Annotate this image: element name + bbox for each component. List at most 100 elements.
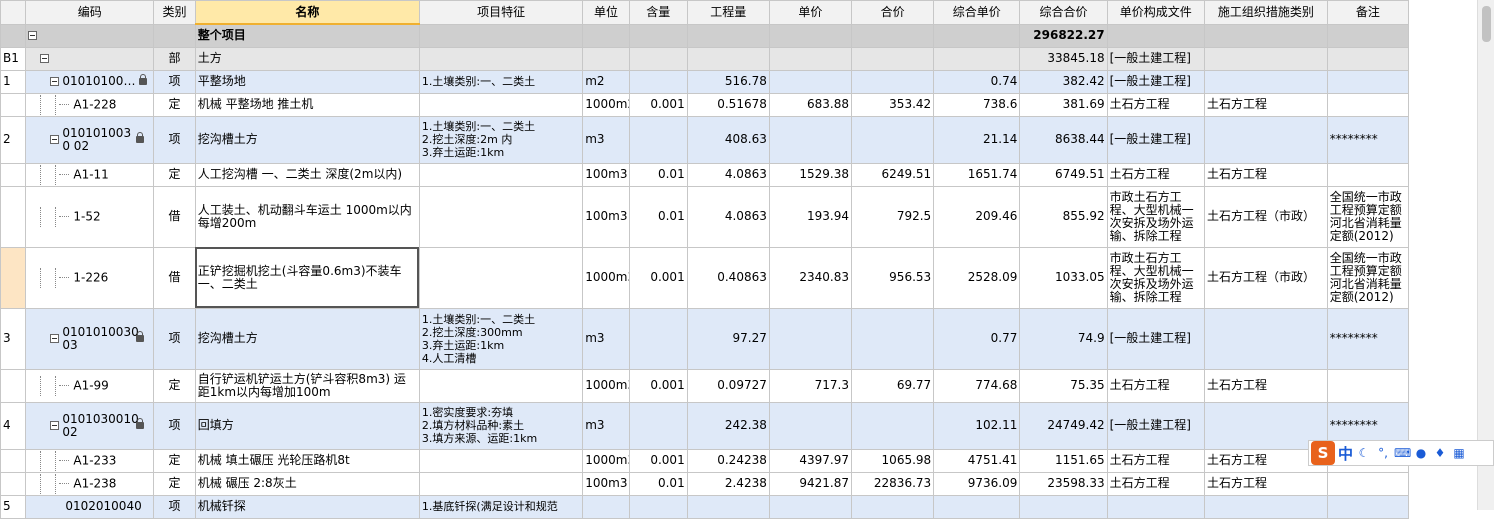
quantity-cell[interactable] (686, 23, 770, 48)
features-cell[interactable] (418, 368, 584, 403)
ime-language-toggle[interactable]: 中 (1338, 443, 1353, 464)
name-cell[interactable]: 挖沟槽土方 (194, 115, 420, 164)
price-file-cell[interactable]: 土石方工程 (1106, 368, 1206, 403)
total-cell[interactable]: 1065.98 (851, 448, 935, 473)
category-cell[interactable]: 项 (153, 307, 196, 370)
price-file-cell[interactable]: [一般土建工程] (1106, 307, 1206, 370)
item-code[interactable]: 01010100… (62, 74, 135, 88)
composite-price-cell[interactable] (933, 23, 1021, 48)
price-cell[interactable] (768, 307, 853, 370)
quantity-cell[interactable] (686, 494, 770, 519)
composite-total-cell[interactable]: 1033.05 (1019, 246, 1108, 309)
org-measure-cell[interactable]: 土石方工程 (1204, 368, 1328, 403)
category-cell[interactable]: 借 (153, 246, 196, 309)
name-cell[interactable]: 人工装土、机动翻斗车运土 1000m以内每增200m (194, 185, 420, 248)
skin-icon[interactable]: ♦ (1432, 445, 1448, 461)
price-file-cell[interactable]: 土石方工程 (1106, 92, 1206, 117)
category-cell[interactable] (153, 23, 196, 48)
user-icon[interactable]: ● (1413, 445, 1429, 461)
price-cell[interactable]: 9421.87 (768, 471, 853, 496)
category-cell[interactable]: 定 (153, 368, 196, 403)
collapse-icon[interactable] (50, 135, 60, 144)
content-cell[interactable] (628, 401, 688, 450)
category-cell[interactable]: 项 (153, 115, 196, 164)
remarks-cell[interactable] (1326, 368, 1410, 403)
composite-price-cell[interactable]: 209.46 (933, 185, 1021, 248)
content-cell[interactable]: 0.01 (628, 185, 688, 248)
org-measure-cell[interactable] (1204, 115, 1328, 164)
remarks-cell[interactable] (1326, 162, 1410, 187)
header-composite-unit-price[interactable]: 综合单价 (933, 0, 1021, 25)
quota-code[interactable]: A1-228 (73, 97, 116, 111)
composite-total-cell[interactable]: 382.42 (1019, 69, 1108, 94)
org-measure-cell[interactable] (1204, 69, 1328, 94)
header-features[interactable]: 项目特征 (418, 0, 584, 25)
quota-code[interactable]: A1-99 (73, 378, 108, 392)
name-cell[interactable]: 人工挖沟槽 一、二类土 深度(2m以内) (194, 162, 420, 187)
unit-cell[interactable]: 100m3 (582, 185, 630, 248)
org-measure-cell[interactable]: 土石方工程 (1204, 162, 1328, 187)
table-row[interactable]: 3 0101010030 03 项 挖沟槽土方 1.土壤类别:一、二类土 2.挖… (0, 307, 1410, 370)
price-file-cell[interactable]: 市政土石方工程、大型机械一次安拆及场外运输、拆除工程 (1106, 185, 1206, 248)
scrollbar-thumb[interactable] (1482, 6, 1491, 42)
remarks-cell[interactable] (1326, 23, 1410, 48)
header-unit[interactable]: 单位 (582, 0, 630, 25)
header-org-measure[interactable]: 施工组织措施类别 (1204, 0, 1328, 25)
price-cell[interactable] (768, 494, 853, 519)
quota-code[interactable]: A1-11 (73, 167, 108, 181)
total-cell[interactable] (851, 46, 935, 71)
composite-total-cell[interactable] (1019, 494, 1108, 519)
price-file-cell[interactable]: [一般土建工程] (1106, 115, 1206, 164)
content-cell[interactable]: 0.01 (628, 471, 688, 496)
unit-cell[interactable] (582, 46, 630, 71)
price-cell[interactable]: 1529.38 (768, 162, 853, 187)
collapse-icon[interactable] (50, 421, 60, 430)
table-row[interactable]: A1-233 定 机械 填土碾压 光轮压路机8t 1000m3 0.001 0.… (0, 448, 1410, 473)
quantity-cell[interactable]: 4.0863 (686, 185, 770, 248)
total-cell[interactable] (851, 494, 935, 519)
remarks-cell[interactable]: ******** (1326, 115, 1410, 164)
features-cell[interactable]: 1.土壤类别:一、二类土 2.挖土深度:300mm 3.弃土运距:1km 4.人… (418, 307, 584, 370)
composite-total-cell[interactable]: 8638.44 (1019, 115, 1108, 164)
item-code[interactable]: 0101010030 03 (62, 325, 138, 352)
quantity-cell[interactable]: 4.0863 (686, 162, 770, 187)
org-measure-cell[interactable]: 土石方工程（市政） (1204, 246, 1328, 309)
collapse-icon[interactable] (28, 31, 38, 40)
unit-cell[interactable]: 100m3 (582, 471, 630, 496)
category-cell[interactable]: 定 (153, 162, 196, 187)
composite-total-cell[interactable]: 855.92 (1019, 185, 1108, 248)
table-row[interactable]: A1-11 定 人工挖沟槽 一、二类土 深度(2m以内) 100m3 0.01 … (0, 162, 1410, 187)
features-cell[interactable] (418, 448, 584, 473)
unit-cell[interactable] (582, 494, 630, 519)
table-row[interactable]: 1-52 借 人工装土、机动翻斗车运土 1000m以内每增200m 100m3 … (0, 185, 1410, 248)
price-cell[interactable]: 2340.83 (768, 246, 853, 309)
item-code[interactable]: 0102010040 (65, 499, 141, 513)
name-cell[interactable]: 机械 填土碾压 光轮压路机8t (194, 448, 420, 473)
org-measure-cell[interactable] (1204, 307, 1328, 370)
category-cell[interactable]: 定 (153, 471, 196, 496)
org-measure-cell[interactable] (1204, 46, 1328, 71)
price-file-cell[interactable] (1106, 494, 1206, 519)
composite-total-cell[interactable]: 24749.42 (1019, 401, 1108, 450)
name-cell[interactable]: 自行铲运机铲运土方(铲斗容积8m3) 运距1km以内每增加100m (194, 368, 420, 403)
collapse-icon[interactable] (40, 54, 50, 63)
table-row[interactable]: 1-226 借 正铲挖掘机挖土(斗容量0.6m3)不装车 一、二类土 1000m… (0, 246, 1410, 309)
features-cell[interactable] (418, 162, 584, 187)
content-cell[interactable] (628, 69, 688, 94)
content-cell[interactable]: 0.001 (628, 448, 688, 473)
features-cell[interactable] (418, 92, 584, 117)
sogou-logo-icon[interactable]: S (1311, 441, 1335, 465)
name-cell[interactable]: 机械 平整场地 推土机 (194, 92, 420, 117)
quantity-cell[interactable]: 516.78 (686, 69, 770, 94)
remarks-cell[interactable]: 全国统一市政工程预算定额河北省消耗量定额(2012) (1326, 246, 1410, 309)
header-corner[interactable] (0, 0, 27, 25)
name-cell[interactable]: 挖沟槽土方 (194, 307, 420, 370)
collapse-icon[interactable] (50, 77, 60, 86)
unit-cell[interactable] (582, 23, 630, 48)
content-cell[interactable] (628, 46, 688, 71)
header-price-file[interactable]: 单价构成文件 (1106, 0, 1206, 25)
category-cell[interactable]: 项 (153, 494, 196, 519)
table-row[interactable]: 4 0101030010 02 项 回填方 1.密实度要求:夯填 2.填方材料品… (0, 401, 1410, 450)
quantity-cell[interactable]: 408.63 (686, 115, 770, 164)
remarks-cell[interactable]: ******** (1326, 307, 1410, 370)
